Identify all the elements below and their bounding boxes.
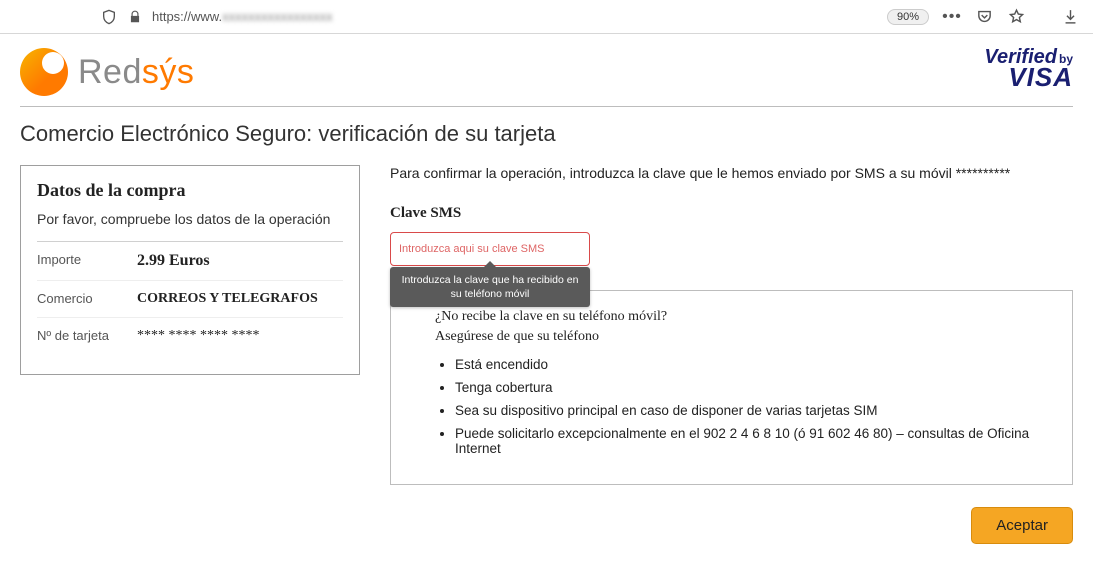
help-item: Está encendido: [455, 357, 1048, 372]
download-icon[interactable]: [1061, 8, 1079, 26]
redsys-logo-text: Redsýs: [78, 53, 194, 92]
page-body: Redsýs Verifiedby VISA Comercio Electrón…: [0, 34, 1093, 568]
row-amount: Importe 2.99 Euros: [37, 242, 343, 281]
help-subtext: Asegúrese de que su teléfono: [435, 329, 1048, 345]
help-item: Puede solicitarlo excepcionalmente en el…: [455, 426, 1048, 456]
toolbar-right: •••: [943, 8, 1079, 26]
bookmark-star-icon[interactable]: [1007, 8, 1025, 26]
row-card: Nº de tarjeta **** **** **** ****: [37, 318, 343, 354]
purchase-data-box: Datos de la compra Por favor, compruebe …: [20, 165, 360, 375]
confirmation-column: Para confirmar la operación, introduzca …: [390, 165, 1073, 544]
redsys-logo-mark: [20, 48, 68, 96]
logo-text-pre: Red: [78, 53, 142, 91]
zoom-badge[interactable]: 90%: [887, 9, 929, 25]
url-area: https://www.xxxxxxxxxxxxxxxxx: [100, 8, 887, 26]
redsys-logo: Redsýs: [20, 48, 194, 96]
url-text[interactable]: https://www.xxxxxxxxxxxxxxxxx: [152, 9, 333, 24]
accept-row: Aceptar: [390, 507, 1073, 544]
logo-text-accent: sýs: [142, 53, 195, 91]
merchant-value: CORREOS Y TELEGRAFOS: [137, 291, 318, 307]
sms-field-label: Clave SMS: [390, 205, 1073, 222]
help-question: ¿No recibe la clave en su teléfono móvil…: [435, 309, 1048, 325]
merchant-label: Comercio: [37, 291, 137, 307]
visa-text: VISA: [984, 66, 1073, 89]
purchase-box-subtitle: Por favor, compruebe los datos de la ope…: [37, 211, 343, 227]
help-item: Sea su dispositivo principal en caso de …: [455, 403, 1048, 418]
card-label: Nº de tarjeta: [37, 328, 137, 344]
help-box: ¿No recibe la clave en su teléfono móvil…: [390, 290, 1073, 485]
help-item: Tenga cobertura: [455, 380, 1048, 395]
row-merchant: Comercio CORREOS Y TELEGRAFOS: [37, 281, 343, 318]
help-list: Está encendido Tenga cobertura Sea su di…: [435, 357, 1048, 456]
browser-address-bar: https://www.xxxxxxxxxxxxxxxxx 90% •••: [0, 0, 1093, 34]
tracking-shield-icon[interactable]: [100, 8, 118, 26]
header-row: Redsýs Verifiedby VISA: [20, 48, 1073, 106]
lock-icon[interactable]: [126, 8, 144, 26]
purchase-rows: Importe 2.99 Euros Comercio CORREOS Y TE…: [37, 241, 343, 354]
pocket-icon[interactable]: [975, 8, 993, 26]
sms-tooltip: Introduzca la clave que ha recibido en s…: [390, 267, 590, 307]
amount-value: 2.99 Euros: [137, 252, 210, 270]
url-prefix: https://www.: [152, 9, 222, 24]
url-obscured: xxxxxxxxxxxxxxxxx: [222, 9, 333, 24]
content-row: Datos de la compra Por favor, compruebe …: [20, 165, 1073, 544]
verified-by-visa-logo: Verifiedby VISA: [984, 48, 1073, 89]
purchase-box-title: Datos de la compra: [37, 180, 343, 201]
card-value: **** **** **** ****: [137, 328, 260, 344]
more-menu-icon[interactable]: •••: [943, 8, 961, 26]
instruction-text: Para confirmar la operación, introduzca …: [390, 165, 1073, 181]
page-title: Comercio Electrónico Seguro: verificació…: [20, 106, 1073, 147]
accept-button[interactable]: Aceptar: [971, 507, 1073, 544]
amount-label: Importe: [37, 252, 137, 270]
